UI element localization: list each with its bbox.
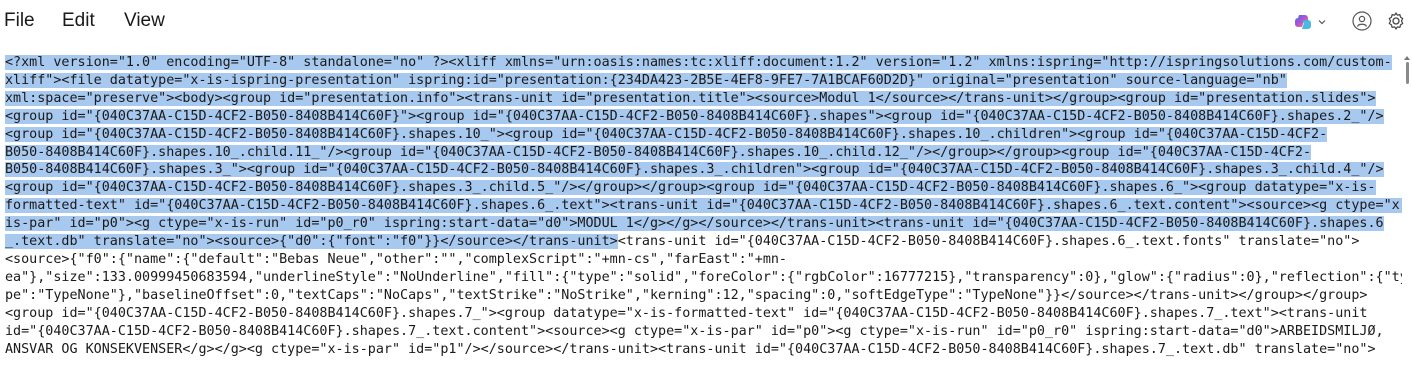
selected-text-line: <?xml version="1.0" encoding="UTF-8" sta… <box>5 55 1392 70</box>
text-line: ANSVAR OG KONSEKVENSER</g></g><g ctype="… <box>5 341 1376 357</box>
selected-text-line: B050-8408B414C60F}.shapes.3_"><group id=… <box>5 162 1384 178</box>
selected-text-line: <group id="{040C37AA-C15D-4CF2-B050-8408… <box>5 108 1384 124</box>
selected-text-line: formatted-text" id="{040C37AA-C15D-4CF2-… <box>5 198 1402 214</box>
selected-text-line: B050-8408B414C60F}.shapes.10_.child.11_"… <box>5 144 1312 160</box>
copilot-icon <box>1295 15 1311 29</box>
text-line: ea"},"size":133.00999450683594,"underlin… <box>5 269 1402 285</box>
selected-text-line: xliff"><file datatype="x-is-ispring-pres… <box>5 72 1287 88</box>
account-button[interactable] <box>1350 9 1374 33</box>
text-editor[interactable]: <?xml version="1.0" encoding="UTF-8" sta… <box>0 54 1402 365</box>
text-line: <source>{"f0":{"name":{"default":"Bebas … <box>5 251 787 267</box>
copilot-button[interactable] <box>1294 11 1328 33</box>
document-content[interactable]: <?xml version="1.0" encoding="UTF-8" sta… <box>0 54 1402 358</box>
menu-file[interactable]: File <box>4 10 35 32</box>
text-line-tail: <trans-unit id="{040C37AA-C15D-4CF2-B050… <box>617 234 1360 250</box>
selected-text-line: xml:space="preserve"><body><group id="pr… <box>5 90 1376 106</box>
chevron-down-icon <box>1318 20 1326 25</box>
vertical-scrollbar[interactable] <box>1402 54 1412 365</box>
settings-button[interactable] <box>1384 9 1408 33</box>
text-line: <group id="{040C37AA-C15D-4CF2-B050-8408… <box>5 305 1368 321</box>
gear-icon <box>1388 12 1404 30</box>
menu-view[interactable]: View <box>124 10 165 32</box>
selected-text-line: <group id="{040C37AA-C15D-4CF2-B050-8408… <box>5 126 1328 142</box>
selected-text-line: is-par" id="p0"><g ctype="x-is-run" id="… <box>5 216 1384 232</box>
menu-edit[interactable]: Edit <box>62 10 95 32</box>
text-line: pe":"TypeNone"},"baselineOffset":0,"text… <box>5 287 1368 303</box>
text-line: id="{040C37AA-C15D-4CF2-B050-8408B414C60… <box>5 323 1384 339</box>
selected-text-line: <group id="{040C37AA-C15D-4CF2-B050-8408… <box>5 180 1376 196</box>
selected-text-line: _.text.db" translate="no"><source>{"d0":… <box>5 234 618 250</box>
scrollbar-thumb[interactable] <box>1406 62 1409 84</box>
scroll-up-arrow-icon[interactable] <box>1403 54 1411 62</box>
menu-bar: File Edit View <box>0 0 1412 44</box>
account-icon <box>1352 11 1372 31</box>
